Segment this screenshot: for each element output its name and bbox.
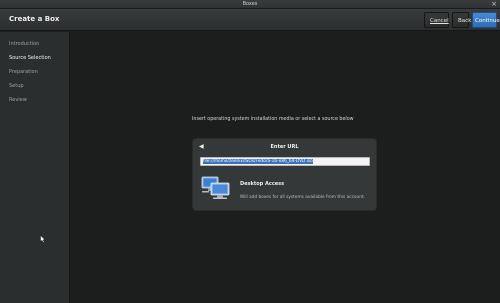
window-titlebar: Boxes × xyxy=(0,0,500,9)
header-buttons: Cancel Back Continue xyxy=(424,12,500,28)
instruction-text: Insert operating system installation med… xyxy=(192,117,354,122)
desktop-access-description: Will add boxes for all systems available… xyxy=(240,195,366,200)
window-title: Boxes xyxy=(242,1,258,7)
sidebar-item-review: Review xyxy=(9,97,27,103)
mouse-cursor-icon xyxy=(40,235,46,243)
url-input[interactable]: file:///home/zeenix/ISOs/Fedora-16-x86_6… xyxy=(200,157,370,166)
header-bar: Create a Box Cancel Back Continue xyxy=(0,9,500,31)
source-panel: ◀ Enter URL file:///home/zeenix/ISOs/Fed… xyxy=(192,138,377,211)
sidebar-item-preparation: Preparation xyxy=(9,69,38,75)
desktop-computers-icon[interactable] xyxy=(201,172,231,202)
panel-title: Enter URL xyxy=(270,144,299,150)
url-input-value: file:///home/zeenix/ISOs/Fedora-16-x86_6… xyxy=(203,159,313,164)
sidebar-item-setup: Setup xyxy=(9,83,24,89)
sidebar-item-source-selection: Source Selection xyxy=(9,55,51,61)
back-button-label: Back xyxy=(458,18,472,24)
close-icon[interactable]: × xyxy=(491,0,497,8)
cancel-button[interactable]: Cancel xyxy=(424,12,449,28)
page-title: Create a Box xyxy=(9,15,60,23)
back-button[interactable]: Back xyxy=(452,12,472,28)
desktop-access-title[interactable]: Desktop Access xyxy=(240,181,284,187)
steps-sidebar: Introduction Source Selection Preparatio… xyxy=(0,32,70,303)
continue-button-label: Continue xyxy=(475,18,500,24)
boxes-window: Boxes × Create a Box Cancel Back Continu… xyxy=(0,0,500,303)
continue-button[interactable]: Continue xyxy=(472,12,500,28)
sidebar-item-introduction: Introduction xyxy=(9,41,40,47)
cancel-button-label: Cancel xyxy=(430,18,449,24)
